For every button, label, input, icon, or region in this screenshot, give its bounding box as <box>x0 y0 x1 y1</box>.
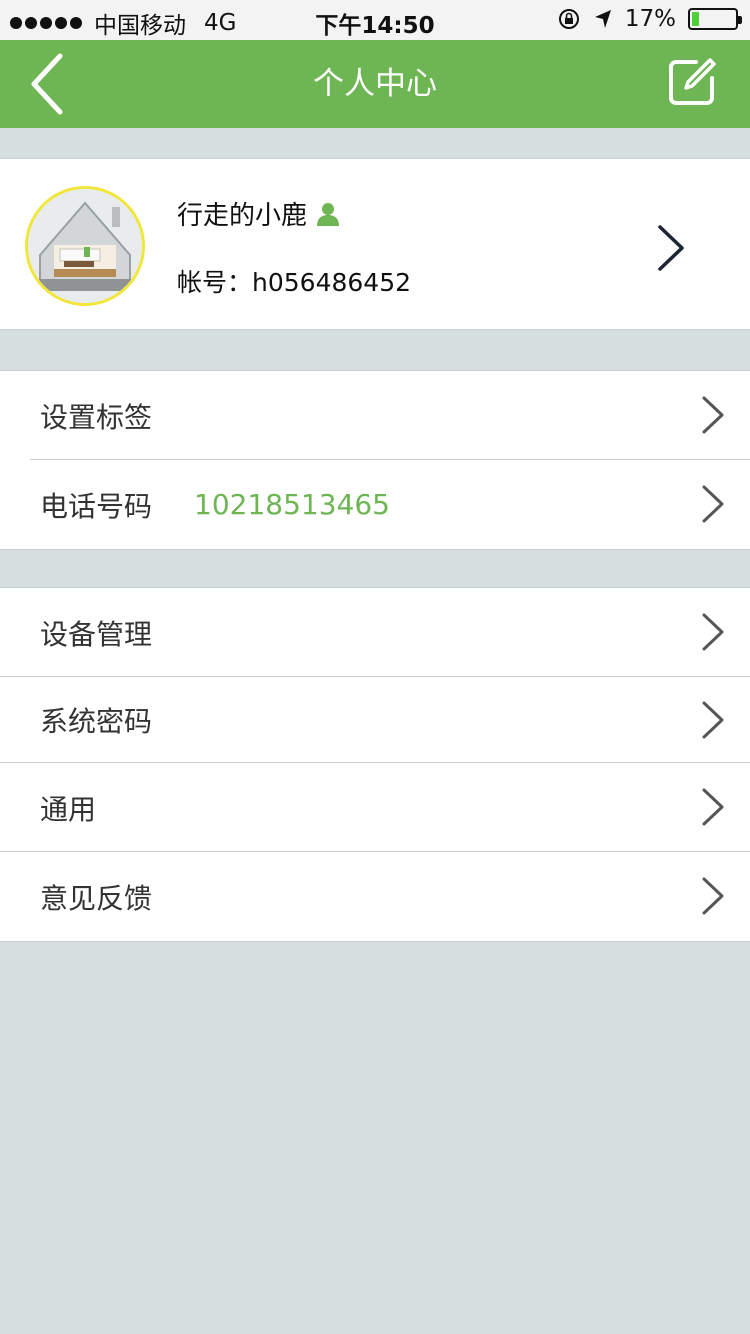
page-title: 个人中心 <box>313 66 437 102</box>
settings-group-1: 设置标签 电话号码 10218513465 <box>0 370 750 550</box>
list-item-device-management[interactable]: 设备管理 <box>0 588 750 677</box>
battery-percent: 17% <box>624 6 676 32</box>
item-label: 意见反馈 <box>40 881 153 915</box>
item-label: 电话号码 <box>40 489 153 523</box>
list-item-phone-number[interactable]: 电话号码 10218513465 <box>0 460 750 549</box>
chevron-right-icon[interactable] <box>654 223 688 273</box>
user-name-row: 行走的小鹿 <box>177 195 341 232</box>
user-name: 行走的小鹿 <box>177 201 308 231</box>
list-item-feedback[interactable]: 意见反馈 <box>0 852 750 941</box>
list-item-set-tags[interactable]: 设置标签 <box>0 371 750 460</box>
status-right: 17% <box>557 6 742 32</box>
chevron-right-icon <box>702 396 724 434</box>
status-bar: 中国移动 4G 下午14:50 17% <box>0 0 750 40</box>
account-label: 帐号： <box>177 268 253 297</box>
location-arrow-icon <box>594 10 611 28</box>
item-label: 系统密码 <box>40 705 153 738</box>
avatar[interactable] <box>25 186 145 306</box>
chevron-right-icon <box>702 788 724 826</box>
list-item-general[interactable]: 通用 <box>0 763 750 852</box>
chevron-right-icon <box>702 613 724 651</box>
account-id: h056486452 <box>252 268 412 297</box>
item-label: 设置标签 <box>40 400 153 434</box>
list-item-system-password[interactable]: 系统密码 <box>0 677 750 763</box>
house-avatar-image <box>28 189 142 303</box>
battery-icon <box>688 8 742 30</box>
phone-number-value: 10218513465 <box>194 488 390 521</box>
item-label: 设备管理 <box>40 617 153 651</box>
chevron-right-icon <box>702 877 724 915</box>
edit-icon[interactable] <box>666 56 718 108</box>
item-label: 通用 <box>40 792 97 826</box>
user-icon <box>317 202 340 226</box>
chevron-right-icon <box>702 485 724 523</box>
account-row: 帐号：h056486452 <box>177 263 411 299</box>
profile-card[interactable]: 行走的小鹿 帐号：h056486452 <box>0 158 750 330</box>
settings-group-2: 设备管理 系统密码 通用 意见反馈 <box>0 587 750 942</box>
chevron-right-icon <box>702 701 724 739</box>
rotation-lock-icon <box>558 9 579 29</box>
nav-bar: 个人中心 <box>0 40 750 128</box>
battery-fill <box>692 12 700 26</box>
